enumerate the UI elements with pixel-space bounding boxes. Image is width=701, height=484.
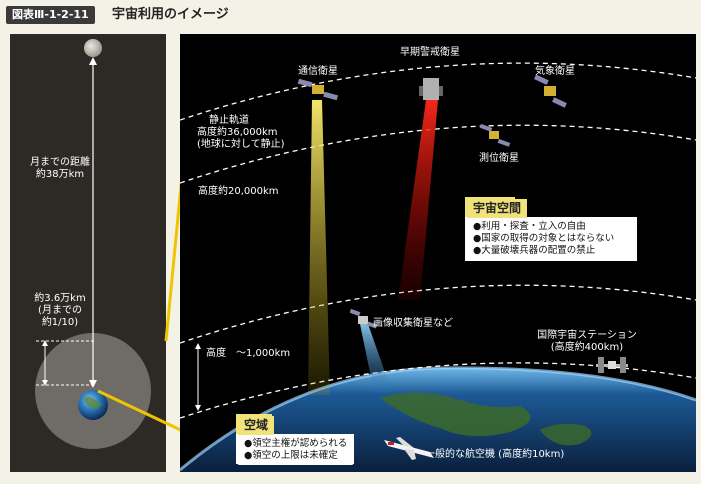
positioning-satellite-label: 測位衛星 (479, 153, 519, 164)
space-box-item: ●利用・探査・立入の自由 (473, 221, 586, 232)
iss-label: 国際宇宙ステーション (高度約400km) (537, 330, 637, 353)
airspace-box-list: ●領空主権が認められる ●領空の上限は未確定 (238, 435, 354, 465)
space-box-title: 宇宙空間 (467, 199, 528, 218)
gps-altitude-label: 高度約20,000km (198, 186, 279, 197)
space-box-item: ●国家の取得の対象とはならない (473, 233, 615, 244)
airspace-box-item: ●領空主権が認められる (244, 438, 348, 449)
communication-satellite-label: 通信衛星 (298, 66, 338, 77)
moon-distance-label: 月までの距離 約38万km (30, 157, 90, 180)
geostationary-label: 静止軌道 高度約36,000km (地球に対して静止) (197, 115, 285, 150)
weather-satellite-label: 気象衛星 (535, 66, 575, 77)
early-warning-satellite-label: 早期警戒衛星 (400, 47, 460, 58)
imaging-satellite-label: 画像収集衛星など (373, 318, 453, 329)
airspace-box-title: 空域 (238, 416, 275, 435)
airspace-box-item: ●領空の上限は未確定 (244, 450, 338, 461)
low-altitude-label: 高度 ～1,000km (206, 348, 291, 359)
moon-icon (84, 39, 102, 57)
geo-distance-label: 約3.6万km (月までの 約1/10) (34, 293, 86, 328)
space-box-item: ●大量破壊兵器の配置の禁止 (473, 245, 596, 256)
aircraft-label: 一般的な航空機 (高度約10km) (425, 449, 565, 460)
space-box-list: ●利用・探査・立入の自由 ●国家の取得の対象とはならない ●大量破壊兵器の配置の… (467, 218, 621, 260)
